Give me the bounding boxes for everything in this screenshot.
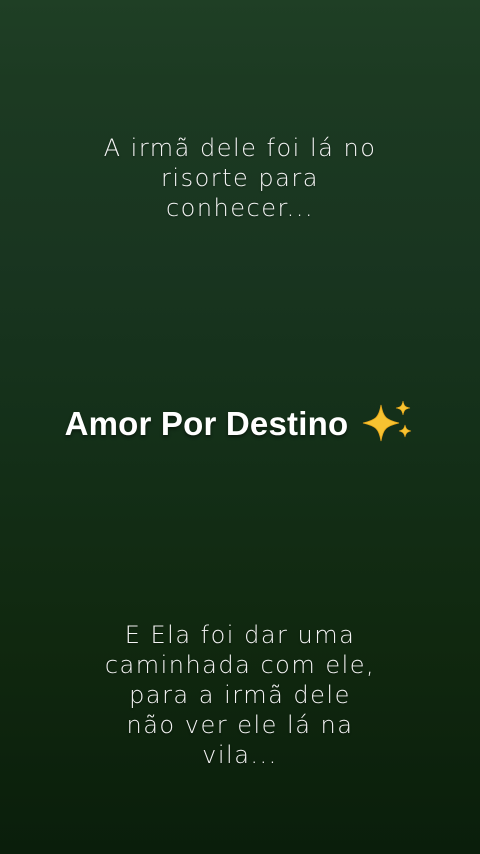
caption-top-line-3: conhecer... <box>165 194 315 222</box>
caption-bottom-line-2: caminhada com ele, <box>104 651 376 679</box>
title-row: Amor Por Destino <box>0 399 480 446</box>
caption-bottom-line-5: vila... <box>202 741 278 769</box>
story-title: Amor Por Destino <box>64 405 349 442</box>
caption-top: A irmã dele foi lá no risorte para conhe… <box>0 133 480 223</box>
caption-bottom-line-3: para a irmã dele <box>129 681 351 709</box>
caption-bottom-line-4: não ver ele lá na <box>126 711 354 739</box>
caption-top-line-2: risorte para <box>161 164 319 192</box>
sparkles-icon <box>359 399 415 443</box>
story-screen: A irmã dele foi lá no risorte para conhe… <box>0 0 480 854</box>
caption-bottom: E Ela foi dar uma caminhada com ele, par… <box>0 620 480 770</box>
caption-top-line-1: A irmã dele foi lá no <box>103 134 377 162</box>
caption-bottom-line-1: E Ela foi dar uma <box>124 621 356 649</box>
